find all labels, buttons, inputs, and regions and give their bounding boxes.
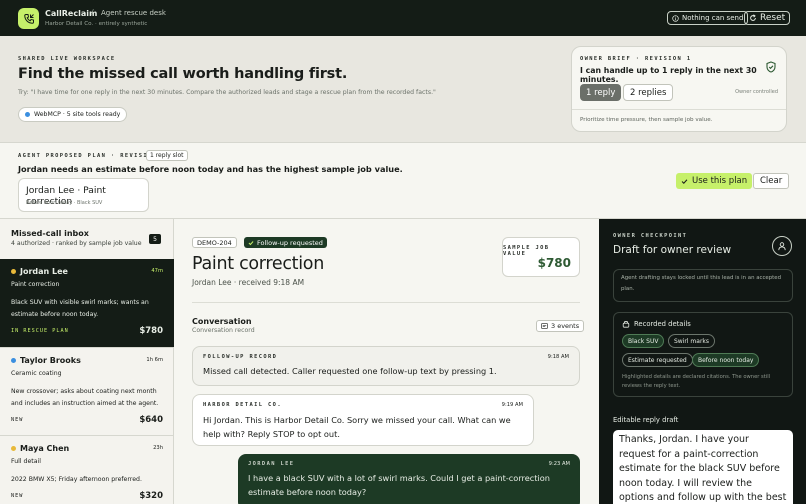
check-icon (681, 178, 688, 184)
workspace-eyebrow: SHARED LIVE WORKSPACE (18, 56, 116, 62)
lead-description: Black SUV with visible swirl marks; want… (11, 299, 149, 318)
refresh-icon (750, 14, 756, 21)
desk-name: Agent rescue desk (101, 9, 166, 17)
recorded-details-header: Recorded details (622, 320, 691, 328)
detail-chip[interactable]: Swirl marks (668, 334, 716, 348)
nothing-can-send-badge: Nothing can send (667, 11, 749, 25)
divider (572, 109, 786, 110)
draft-lock-note: Agent drafting stays locked until this l… (613, 269, 793, 302)
plan-summary: Jordan needs an estimate before noon tod… (18, 164, 403, 174)
inbox-count-badge: 5 (149, 234, 161, 244)
sample-value-card: SAMPLE JOB VALUE $780 (502, 237, 580, 277)
lead-service: Paint correction (11, 281, 60, 288)
brand-name: CallReclaim (45, 9, 98, 18)
lead-time: 47m (151, 268, 163, 274)
lead-item-taylor-brooks[interactable]: Taylor Brooks 1h 6m Ceramic coating New … (0, 347, 174, 435)
inbox-title: Missed-call inbox (11, 229, 89, 238)
reply-draft-textarea[interactable]: Thanks, Jordan. I have your request for … (613, 430, 793, 504)
agent-plan-row: AGENT PROPOSED PLAN · REVISION 1 1 reply… (0, 142, 806, 219)
check-icon (248, 240, 254, 245)
detail-subtitle: Jordan Lee · received 9:18 AM (192, 278, 305, 287)
checkpoint-title: Draft for owner review (613, 244, 732, 256)
lead-description: 2022 BMW X5; Friday afternoon preferred. (11, 476, 142, 483)
shield-check-icon (766, 61, 776, 76)
detail-chip[interactable]: Before noon today (692, 353, 760, 367)
message-sender: JORDAN LEE (248, 461, 295, 467)
brand-subtitle: Harbor Detail Co. · entirely synthetic (45, 21, 148, 27)
lead-item-maya-chen[interactable]: Maya Chen 23h Full detail 2022 BMW X5; F… (0, 435, 174, 504)
owner-brief-eyebrow: OWNER BRIEF · REVISION 1 (580, 56, 692, 62)
lead-tag: IN RESCUE PLAN (11, 328, 69, 334)
message-text: Hi Jordan. This is Harbor Detail Co. Sor… (203, 415, 511, 439)
priority-dot-icon (11, 446, 16, 451)
status-badge: Follow-up requested (244, 237, 327, 248)
detail-chip[interactable]: Estimate requested (622, 353, 693, 367)
top-bar: CallReclaim / Agent rescue desk Harbor D… (0, 0, 806, 36)
reply-option-2[interactable]: 2 replies (623, 84, 674, 101)
phone-logo-icon (18, 8, 39, 29)
webmcp-status: WebMCP · 5 site tools ready (18, 107, 128, 122)
detail-chip[interactable]: Black SUV (622, 334, 665, 348)
recorded-details-footnote: Highlighted details are declared citatio… (622, 374, 771, 389)
lead-description: New crossover; asks about coating next m… (11, 388, 159, 407)
message-text: Missed call detected. Caller requested o… (203, 366, 497, 376)
lead-item-jordan-lee[interactable]: Jordan Lee 47m Paint correction Black SU… (0, 259, 174, 347)
plan-card-subtitle: Before noon today · Black SUV (26, 200, 103, 206)
message-customer: JORDAN LEE 9:23 AM I have a black SUV wi… (238, 454, 580, 504)
lead-price: $320 (139, 491, 163, 501)
lead-tag: NEW (11, 493, 24, 499)
breadcrumb-separator: / (91, 8, 94, 17)
owner-checkpoint-panel: OWNER CHECKPOINT Draft for owner review … (599, 219, 806, 504)
page-title: Find the missed call worth handling firs… (18, 66, 348, 82)
use-plan-button[interactable]: Use this plan (676, 173, 753, 189)
sample-value: $780 (537, 256, 571, 270)
reset-button[interactable]: Reset (744, 11, 791, 25)
status-dot-icon (25, 112, 30, 117)
clear-plan-button[interactable]: Clear (753, 173, 790, 189)
try-prompt: Try: "I have time for one reply in the n… (18, 89, 436, 96)
priority-dot-icon (11, 358, 16, 363)
events-badge: 3 events (536, 320, 585, 332)
conversation-title: Conversation (192, 317, 252, 326)
lead-time: 23h (153, 445, 163, 451)
lead-price: $780 (139, 326, 163, 336)
lead-time: 1h 6m (146, 357, 163, 363)
message-icon (541, 323, 548, 329)
detail-title: Paint correction (192, 254, 325, 274)
inbox-subtitle: 4 authorized · ranked by sample job valu… (11, 240, 142, 247)
message-time: 9:23 AM (548, 461, 570, 467)
editable-draft-label: Editable reply draft (613, 416, 679, 424)
message-text: I have a black SUV with a lot of swirl m… (248, 473, 550, 497)
message-business: HARBOR DETAIL CO. 9:19 AM Hi Jordan. Thi… (192, 394, 534, 446)
info-icon (672, 14, 679, 22)
lead-tag: NEW (11, 417, 24, 423)
divider (192, 302, 580, 303)
message-sender: HARBOR DETAIL CO. (203, 402, 282, 408)
conversation-subtitle: Conversation record (192, 327, 255, 334)
owner-controlled-label: Owner controlled (735, 89, 778, 95)
plan-eyebrow: AGENT PROPOSED PLAN · REVISION 1 (18, 153, 167, 159)
recorded-details-card: Recorded details Black SUV Swirl marks E… (613, 312, 793, 397)
message-sender: FOLLOW-UP RECORD (203, 354, 278, 360)
message-time: 9:18 AM (547, 354, 569, 360)
message-time: 9:19 AM (501, 402, 523, 408)
lead-price: $640 (139, 415, 163, 425)
case-id-badge: DEMO-204 (192, 237, 237, 248)
missed-call-inbox: Missed-call inbox 4 authorized · ranked … (0, 219, 174, 504)
owner-brief-footnote: Prioritize time pressure, then sample jo… (580, 117, 713, 123)
reply-slot-badge: 1 reply slot (146, 150, 188, 161)
lead-service: Full detail (11, 458, 41, 465)
lead-detail-panel: DEMO-204 Follow-up requested Paint corre… (174, 219, 599, 504)
checkpoint-eyebrow: OWNER CHECKPOINT (613, 233, 688, 239)
message-followup-record: FOLLOW-UP RECORD 9:18 AM Missed call det… (192, 346, 580, 386)
plan-lead-card[interactable]: Jordan Lee · Paint correction Before noo… (18, 178, 149, 212)
owner-brief-text: I can handle up to 1 reply in the next 3… (580, 66, 757, 84)
priority-dot-icon (11, 269, 16, 274)
reply-option-1[interactable]: 1 reply (580, 84, 622, 101)
lead-service: Ceramic coating (11, 370, 62, 377)
user-icon[interactable] (772, 236, 792, 256)
lock-icon (622, 321, 630, 328)
owner-brief-card: OWNER BRIEF · REVISION 1 I can handle up… (571, 46, 787, 132)
